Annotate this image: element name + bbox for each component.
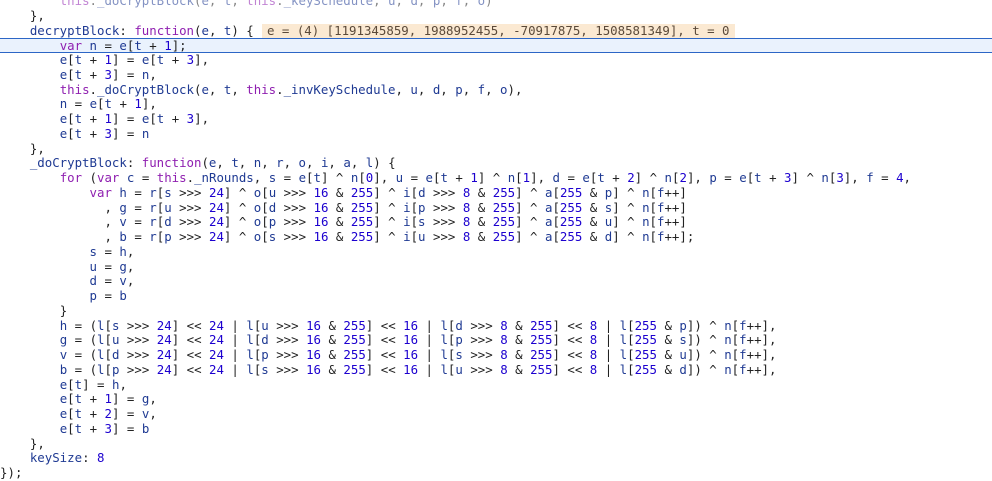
code-line[interactable]: } xyxy=(0,302,992,319)
code-line-text: s = h, xyxy=(89,243,135,259)
code-line-text: var h = r[s >>> 24] ^ o[u >>> 16 & 255] … xyxy=(89,184,687,200)
code-line-text: keySize: 8 xyxy=(29,450,105,466)
code-line[interactable]: e[t] = h, xyxy=(0,376,992,393)
code-line[interactable]: this._doCryptBlock(e, t, this._keySchedu… xyxy=(0,0,992,9)
code-line[interactable]: e[t + 2] = v, xyxy=(0,406,992,422)
code-line[interactable]: g = (l[u >>> 24] << 24 | l[d >>> 16 & 25… xyxy=(0,332,992,348)
code-line[interactable]: d = v, xyxy=(0,273,992,289)
code-line-text: }, xyxy=(29,140,45,156)
code-line[interactable]: b = (l[p >>> 24] << 24 | l[s >>> 16 & 25… xyxy=(0,361,992,378)
code-line-text: g = (l[u >>> 24] << 24 | l[d >>> 16 & 25… xyxy=(59,332,777,348)
code-line-text: h = (l[s >>> 24] << 24 | l[u >>> 16 & 25… xyxy=(59,317,777,333)
code-line[interactable]: v = (l[d >>> 24] << 24 | l[p >>> 16 & 25… xyxy=(0,347,992,363)
code-line-text: } xyxy=(59,302,68,318)
inline-debug-value[interactable]: e = (4) [1191345859, 1988952455, -709178… xyxy=(262,23,735,40)
code-line-text: e[t + 3] = b xyxy=(59,420,150,436)
code-line[interactable]: e[t + 3] = b xyxy=(0,420,992,437)
code-line-text: for (var c = this._nRounds, s = e[t] ^ n… xyxy=(59,170,911,185)
code-line-text: e[t + 1] = e[t + 3], xyxy=(59,52,210,67)
code-line[interactable]: e[t + 1] = g, xyxy=(0,391,992,407)
code-line[interactable]: e[t + 1] = e[t + 3], xyxy=(0,52,992,68)
code-line[interactable]: , g = r[u >>> 24] ^ o[d >>> 16 & 255] ^ … xyxy=(0,199,992,216)
code-line-text: e[t + 3] = n xyxy=(59,125,150,141)
code-line-text: e[t + 1] = e[t + 3], xyxy=(59,111,210,126)
code-line[interactable]: e[t + 1] = e[t + 3], xyxy=(0,111,992,127)
code-line-text: this._doCryptBlock(e, t, this._invKeySch… xyxy=(59,81,523,97)
code-line[interactable]: decryptBlock: function(e, t) { e = (4) [1… xyxy=(0,22,992,40)
code-editor[interactable]: this._doCryptBlock(e, t, this._keySchedu… xyxy=(0,0,992,481)
code-line[interactable]: , b = r[p >>> 24] ^ o[s >>> 16 & 255] ^ … xyxy=(0,229,992,245)
code-line-text: e[t + 1] = g, xyxy=(59,391,157,407)
code-line-text: this._doCryptBlock(e, t, this._keySchedu… xyxy=(59,0,493,8)
code-line[interactable]: }, xyxy=(0,140,992,157)
code-line[interactable]: }, xyxy=(0,7,992,24)
code-line[interactable]: var n = e[t + 1]; xyxy=(0,38,992,53)
code-line-text: decryptBlock: function(e, t) { xyxy=(29,22,254,38)
code-line-text: }); xyxy=(0,465,23,480)
code-line-text: p = b xyxy=(89,288,127,303)
code-line-text: _doCryptBlock: function(e, t, n, r, o, i… xyxy=(29,155,396,171)
code-line-text: u = g, xyxy=(89,258,135,274)
code-line-text: v = (l[d >>> 24] << 24 | l[p >>> 16 & 25… xyxy=(59,347,777,362)
code-line[interactable]: keySize: 8 xyxy=(0,450,992,466)
code-line[interactable]: this._doCryptBlock(e, t, this._invKeySch… xyxy=(0,81,992,98)
code-line-text: }, xyxy=(29,435,45,451)
code-line[interactable]: p = b xyxy=(0,288,992,304)
code-line[interactable]: }); xyxy=(0,465,992,481)
code-line-text: d = v, xyxy=(89,273,135,289)
code-line-text: , b = r[p >>> 24] ^ o[s >>> 16 & 255] ^ … xyxy=(104,229,695,244)
code-line-text: e[t + 2] = v, xyxy=(59,406,157,421)
code-line[interactable]: }, xyxy=(0,435,992,452)
code-line[interactable]: , v = r[d >>> 24] ^ o[p >>> 16 & 255] ^ … xyxy=(0,214,992,230)
code-line-text: }, xyxy=(29,7,45,23)
code-line[interactable]: s = h, xyxy=(0,243,992,260)
code-line[interactable]: h = (l[s >>> 24] << 24 | l[u >>> 16 & 25… xyxy=(0,317,992,334)
code-line[interactable]: n = e[t + 1], xyxy=(0,96,992,112)
code-line-text: e[t] = h, xyxy=(59,376,127,392)
code-line[interactable]: _doCryptBlock: function(e, t, n, r, o, i… xyxy=(0,155,992,171)
code-line-text: b = (l[p >>> 24] << 24 | l[s >>> 16 & 25… xyxy=(59,361,777,377)
code-line[interactable]: var h = r[s >>> 24] ^ o[u >>> 16 & 255] … xyxy=(0,184,992,201)
code-line-text: , g = r[u >>> 24] ^ o[d >>> 16 & 255] ^ … xyxy=(104,199,687,215)
code-line-text: e[t + 3] = n, xyxy=(59,66,157,82)
code-line-text: , v = r[d >>> 24] ^ o[p >>> 16 & 255] ^ … xyxy=(104,214,687,230)
code-line[interactable]: e[t + 3] = n, xyxy=(0,66,992,83)
code-line[interactable]: for (var c = this._nRounds, s = e[t] ^ n… xyxy=(0,170,992,186)
code-line[interactable]: u = g, xyxy=(0,258,992,275)
code-line-text: n = e[t + 1], xyxy=(59,96,157,112)
code-line[interactable]: e[t + 3] = n xyxy=(0,125,992,142)
